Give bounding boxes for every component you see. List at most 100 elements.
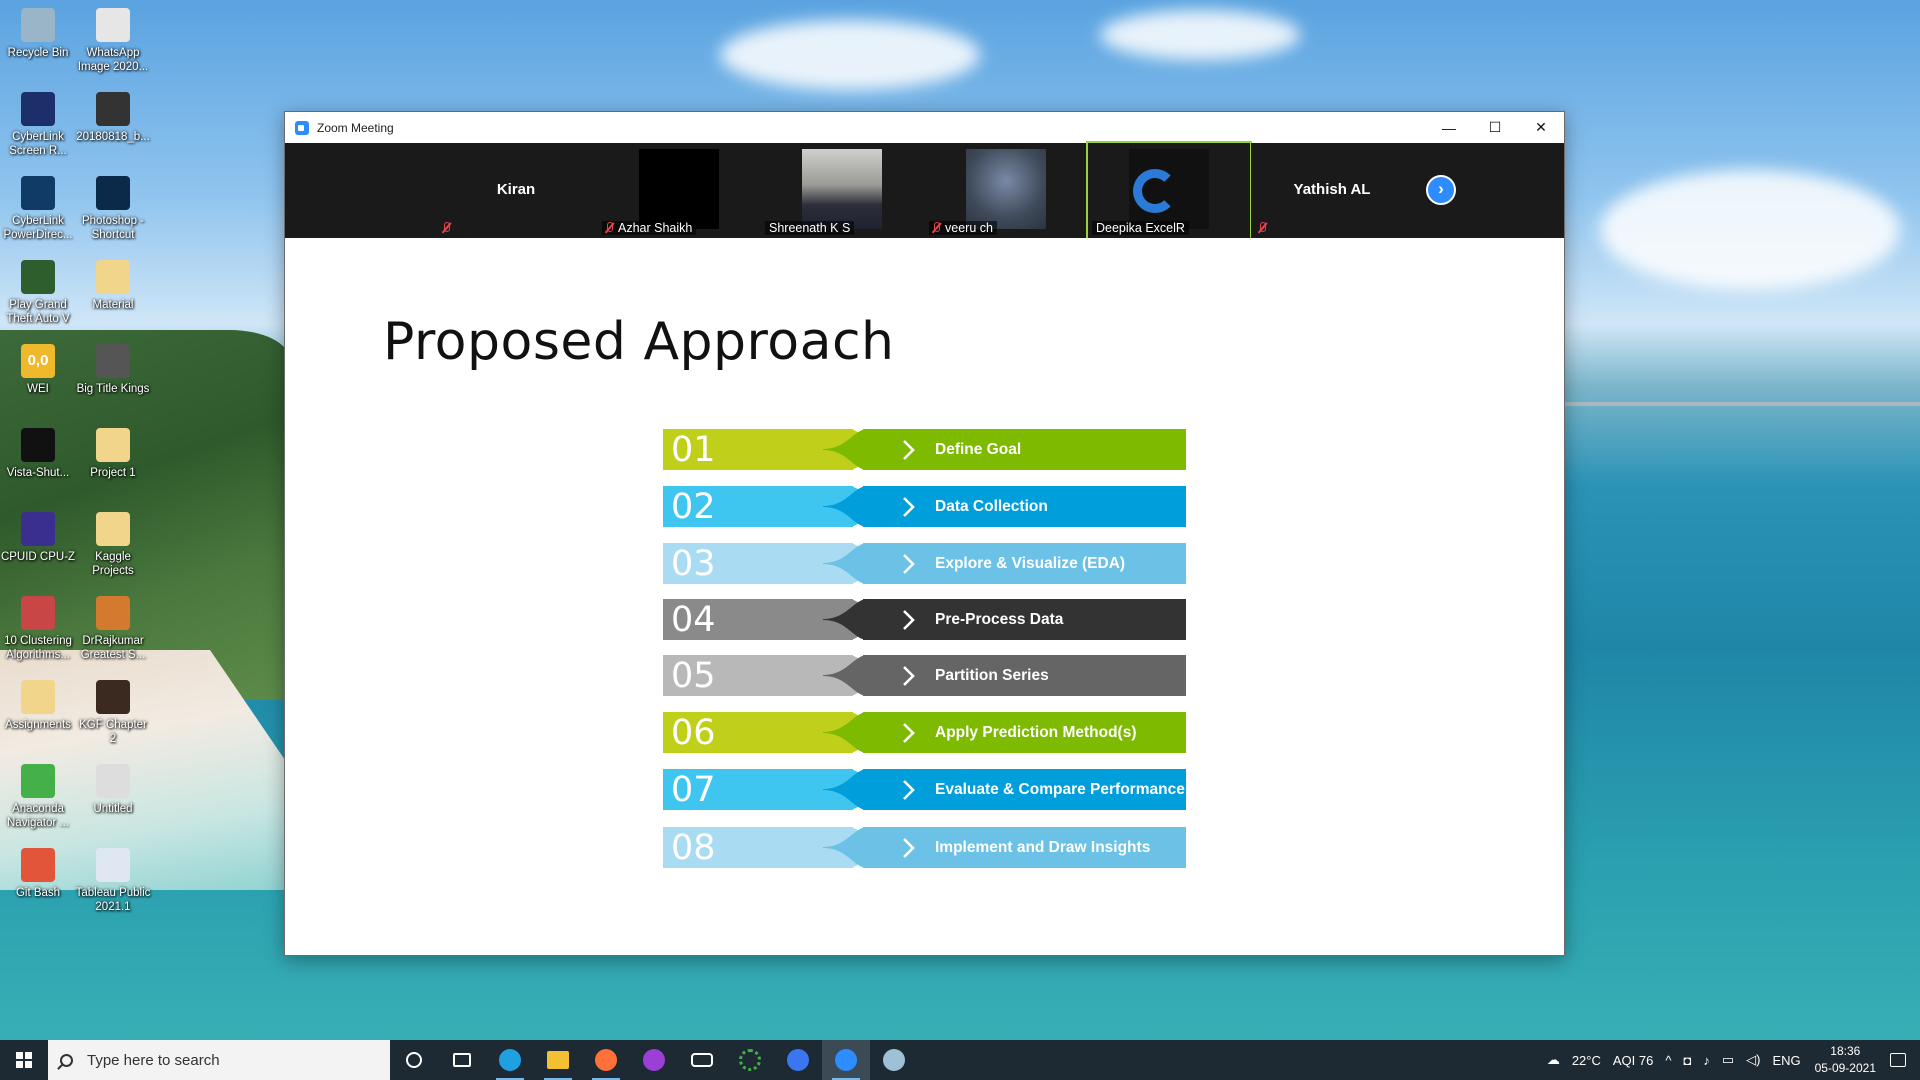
participant-name: Deepika ExcelR [1092,221,1189,235]
weather-temp[interactable]: 22°C [1572,1053,1601,1068]
approach-step: 01 Define Goal [663,429,1186,470]
step-number: 01 [671,430,716,470]
participant-name: Shreenath K S [765,221,855,235]
volume-icon[interactable]: ◁) [1746,1052,1760,1068]
step-ribbon-twist [823,486,893,527]
signal-taskbar-button[interactable] [774,1040,822,1080]
desktop-icon-label: Play Grand Theft Auto V [6,299,70,325]
desktop-icon-label: CyberLink PowerDirec... [3,215,73,241]
desktop-icon-image [96,764,130,798]
desktop-icon[interactable]: Git Bash [0,848,76,900]
desktop-icon[interactable]: WhatsApp Image 2020... [75,8,151,74]
clock-date: 05-09-2021 [1814,1061,1876,1075]
desktop-icon-label: Material [92,299,134,311]
desktop-icon[interactable]: Assignments [0,680,76,732]
chevron-right-icon [903,497,915,517]
participant-tile[interactable]: Azhar Shaikh [598,143,760,238]
zoom-app-icon [295,120,309,135]
participant-name: Kiran [496,181,536,198]
desktop-icon-label: Git Bash [15,887,61,899]
step-number: 07 [671,770,716,810]
desktop-icon[interactable]: DrRajkumar Greatest S... [75,596,151,662]
circle-app-taskbar-button[interactable] [726,1040,774,1080]
close-button[interactable]: ✕ [1518,112,1564,143]
desktop-icon-label: Tableau Public 2021.1 [75,887,151,913]
desktop-icon[interactable]: Project 1 [75,428,151,480]
desktop-icon-label: Assignments [5,719,71,731]
cortana-taskbar-button[interactable] [390,1040,438,1080]
desktop-icon[interactable]: 10 Clustering Algorithms... [0,596,76,662]
taskbar-search-box[interactable]: Type here to search [48,1040,390,1080]
prime-video-taskbar-button[interactable] [678,1040,726,1080]
desktop-icon[interactable]: Kaggle Projects [75,512,151,578]
desktop-icon-label: DrRajkumar Greatest S... [80,635,146,661]
desktop-icon-label: 20180818_b... [76,131,150,143]
webcam-icon[interactable]: ◘ [1683,1053,1691,1068]
desktop-icon[interactable]: Vista-Shut... [0,428,76,480]
approach-step: 08 Implement and Draw Insights [663,827,1186,868]
podcasts-taskbar-button[interactable] [630,1040,678,1080]
desktop-icon-label: WhatsApp Image 2020... [77,47,149,73]
zoom-taskbar-button[interactable] [822,1040,870,1080]
step-label: Evaluate & Compare Performance [935,781,1185,798]
aqi-readout[interactable]: AQI 76 [1613,1053,1653,1068]
clock[interactable]: 18:36 05-09-2021 [1815,1043,1876,1077]
desktop-icon-label: Untitled [93,803,133,815]
participant-tile[interactable]: Kiran [435,143,597,238]
chevron-right-icon [903,440,915,460]
desktop-icon-image [21,176,55,210]
notification-center-icon[interactable] [1890,1053,1906,1067]
desktop-icon-image [96,512,130,546]
title-bar[interactable]: Zoom Meeting — ☐ ✕ [285,112,1564,143]
paint-taskbar-button[interactable] [870,1040,918,1080]
participant-video [802,149,882,229]
desktop-icon[interactable]: Photoshop - Shortcut [75,176,151,242]
participant-tile[interactable]: Deepika ExcelR [1086,141,1252,240]
participant-tile[interactable]: Shreenath K S [761,143,923,238]
step-ribbon-twist [823,827,893,868]
participant-tile[interactable]: Yathish AL [1251,143,1413,238]
next-page-button[interactable]: › [1426,175,1456,205]
desktop-icon[interactable]: CyberLink PowerDirec... [0,176,76,242]
desktop-icon[interactable]: Anaconda Navigator ... [0,764,76,830]
desktop-icon[interactable]: 20180818_b... [75,92,151,144]
taskbar: Type here to search ☁ 22°C AQI 76 ^ ◘ ♪ … [0,1040,1920,1080]
maximize-button[interactable]: ☐ [1472,112,1518,143]
start-button[interactable] [0,1040,48,1080]
approach-step: 07 Evaluate & Compare Performance [663,769,1186,810]
desktop-icon[interactable]: CPUID CPU-Z [0,512,76,564]
step-ribbon-twist [823,543,893,584]
desktop-icon-image [21,848,55,882]
file-explorer-icon [547,1051,569,1069]
approach-step: 05 Partition Series [663,655,1186,696]
minimize-button[interactable]: — [1426,112,1472,143]
task-view-taskbar-button[interactable] [438,1040,486,1080]
desktop-icon[interactable]: Play Grand Theft Auto V [0,260,76,326]
weather-icon[interactable]: ☁ [1547,1052,1560,1068]
chevron-up-icon[interactable]: ^ [1665,1053,1671,1068]
firefox-taskbar-button[interactable] [582,1040,630,1080]
participant-tile[interactable]: veeru ch [925,143,1087,238]
edge-icon [499,1049,521,1071]
network-icon[interactable]: ▭ [1722,1052,1734,1068]
signal-icon [787,1049,809,1071]
desktop-icon[interactable]: Material [75,260,151,312]
file-explorer-taskbar-button[interactable] [534,1040,582,1080]
step-label: Implement and Draw Insights [935,839,1151,856]
desktop-icon[interactable]: Tableau Public 2021.1 [75,848,151,914]
zoom-meeting-window: Zoom Meeting — ☐ ✕ › Kiran Azhar Shaikh Sh… [284,111,1565,956]
microphone-icon[interactable]: ♪ [1703,1053,1710,1068]
participant-gallery-strip: › Kiran Azhar Shaikh Shreenath K S veeru ch… [285,141,1564,240]
desktop-icon[interactable]: 0,0 WEI [0,344,76,396]
desktop-icon[interactable]: Recycle Bin [0,8,76,60]
desktop-icon[interactable]: Untitled [75,764,151,816]
desktop-icon[interactable]: Big Title Kings [75,344,151,396]
window-title: Zoom Meeting [317,120,394,135]
desktop-icon-label: CPUID CPU-Z [0,551,76,563]
edge-taskbar-button[interactable] [486,1040,534,1080]
desktop-icon[interactable]: CyberLink Screen R... [0,92,76,158]
language-indicator[interactable]: ENG [1772,1053,1800,1068]
desktop-icon[interactable]: KGF Chapter 2 [75,680,151,746]
desktop-icon-image [96,176,130,210]
desktop-icon-image [21,764,55,798]
